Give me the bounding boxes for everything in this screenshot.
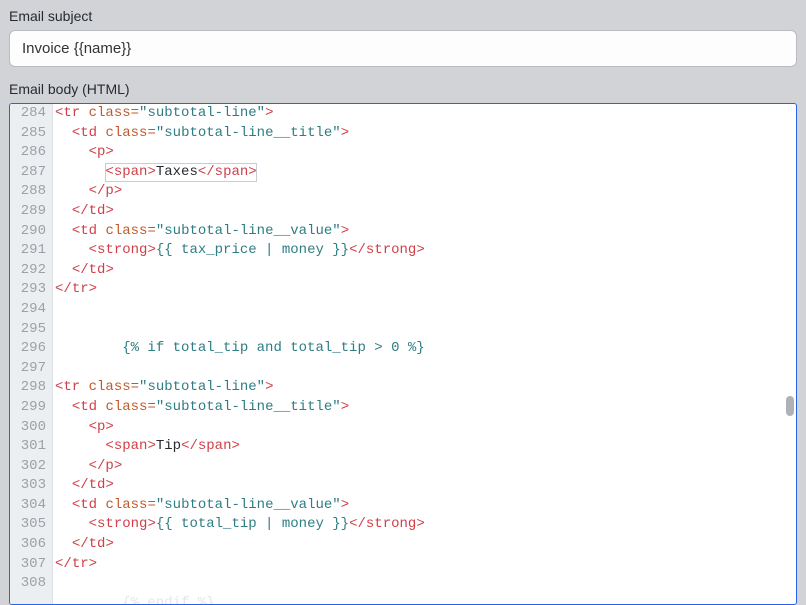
line-number: 304 — [14, 496, 46, 516]
scrollbar-thumb[interactable] — [786, 396, 794, 416]
line-number: 285 — [14, 124, 46, 144]
scrollbar-track[interactable] — [786, 106, 794, 602]
line-number: 295 — [14, 320, 46, 340]
code-line[interactable]: <p> — [55, 143, 796, 163]
code-line[interactable]: {% endif %} — [55, 594, 796, 604]
line-number: 291 — [14, 241, 46, 261]
code-line[interactable]: </p> — [55, 457, 796, 477]
line-number: 296 — [14, 339, 46, 359]
email-subject-input[interactable] — [9, 30, 797, 67]
line-number: 299 — [14, 398, 46, 418]
code-line[interactable]: <td class="subtotal-line__title"> — [55, 398, 796, 418]
code-line[interactable]: <td class="subtotal-line__title"> — [55, 124, 796, 144]
code-line[interactable]: <td class="subtotal-line__value"> — [55, 222, 796, 242]
code-line[interactable]: <p> — [55, 418, 796, 438]
email-body-label: Email body (HTML) — [9, 81, 797, 97]
line-number: 305 — [14, 515, 46, 535]
email-body-editor[interactable]: 2842852862872882892902912922932942952962… — [9, 103, 797, 605]
code-line[interactable] — [55, 574, 796, 594]
line-number: 303 — [14, 476, 46, 496]
line-number: 292 — [14, 261, 46, 281]
code-line[interactable]: {% if total_tip and total_tip > 0 %} — [55, 339, 796, 359]
code-line[interactable]: </p> — [55, 182, 796, 202]
line-number: 294 — [14, 300, 46, 320]
code-line[interactable]: </tr> — [55, 280, 796, 300]
line-number: 297 — [14, 359, 46, 379]
line-number: 286 — [14, 143, 46, 163]
line-number: 300 — [14, 418, 46, 438]
code-line[interactable] — [55, 320, 796, 340]
code-line[interactable]: <span>Taxes</span> — [55, 163, 796, 183]
line-number: 302 — [14, 457, 46, 477]
line-number: 287 — [14, 163, 46, 183]
email-subject-label: Email subject — [9, 8, 797, 24]
line-number: 301 — [14, 437, 46, 457]
code-line[interactable] — [55, 300, 796, 320]
line-number: 284 — [14, 104, 46, 124]
code-line[interactable]: <span>Tip</span> — [55, 437, 796, 457]
code-line[interactable]: <strong>{{ total_tip | money }}</strong> — [55, 515, 796, 535]
line-number — [14, 594, 46, 605]
line-number: 306 — [14, 535, 46, 555]
line-number: 290 — [14, 222, 46, 242]
code-line[interactable]: </td> — [55, 476, 796, 496]
line-number: 307 — [14, 555, 46, 575]
code-area[interactable]: <tr class="subtotal-line"> <td class="su… — [53, 104, 796, 604]
code-line[interactable]: </tr> — [55, 555, 796, 575]
line-number-gutter: 2842852862872882892902912922932942952962… — [10, 104, 53, 604]
code-line[interactable]: <tr class="subtotal-line"> — [55, 378, 796, 398]
line-number: 288 — [14, 182, 46, 202]
code-line[interactable]: </td> — [55, 261, 796, 281]
line-number: 298 — [14, 378, 46, 398]
code-line[interactable]: </td> — [55, 202, 796, 222]
code-line[interactable] — [55, 359, 796, 379]
line-number: 293 — [14, 280, 46, 300]
code-line[interactable]: <strong>{{ tax_price | money }}</strong> — [55, 241, 796, 261]
line-number: 289 — [14, 202, 46, 222]
code-line[interactable]: <tr class="subtotal-line"> — [55, 104, 796, 124]
line-number: 308 — [14, 574, 46, 594]
code-line[interactable]: <td class="subtotal-line__value"> — [55, 496, 796, 516]
code-line[interactable]: </td> — [55, 535, 796, 555]
